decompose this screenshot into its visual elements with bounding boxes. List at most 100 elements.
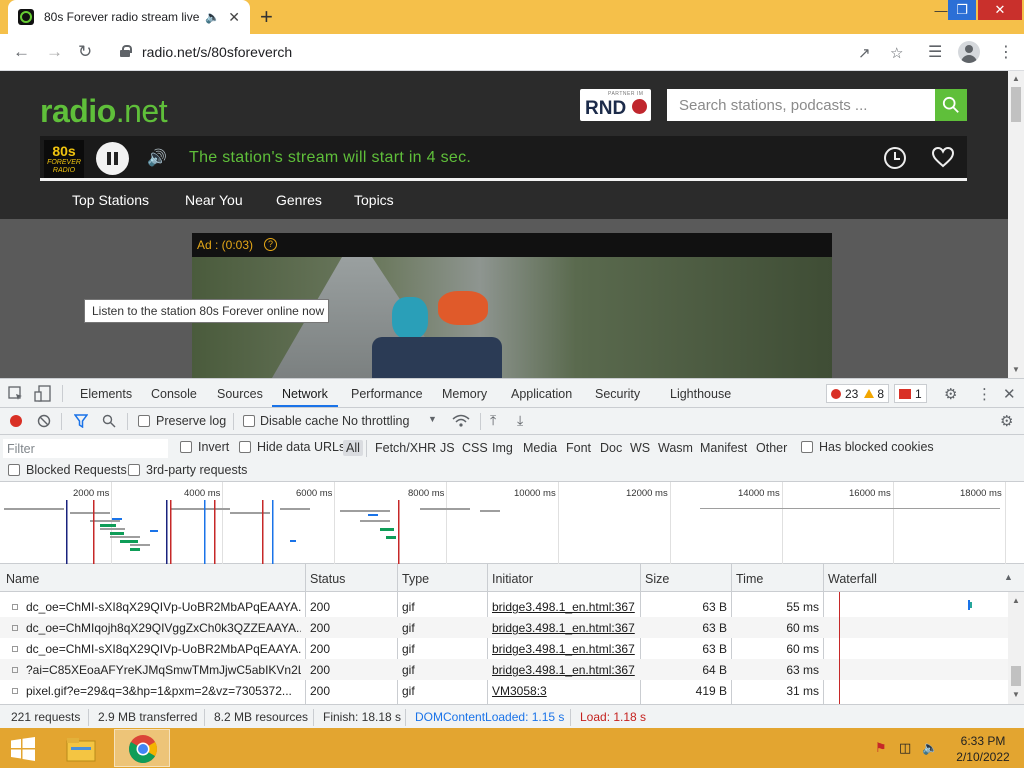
tab-performance[interactable]: Performance <box>351 387 423 401</box>
inspect-element-icon[interactable] <box>8 386 24 402</box>
table-row[interactable]: pixel.gif?e=29&q=3&hp=1&pxm=2&vz=7305372… <box>0 680 1008 701</box>
close-devtools-icon[interactable]: ✕ <box>1003 385 1016 403</box>
preserve-log-checkbox[interactable] <box>138 415 150 427</box>
window-close-button[interactable]: ✕ <box>978 0 1022 20</box>
tab-sources[interactable]: Sources <box>217 387 263 401</box>
action-center-flag-icon[interactable]: ⚑ <box>875 740 887 756</box>
network-overview[interactable]: 2000 ms 4000 ms 6000 ms 8000 ms 10000 ms… <box>0 482 1024 564</box>
import-har-icon[interactable]: ⤒ <box>490 412 496 429</box>
type-filter-css[interactable]: CSS <box>462 441 488 455</box>
column-status[interactable]: Status <box>310 572 345 586</box>
blocked-requests-checkbox[interactable] <box>8 464 20 476</box>
type-filter-img[interactable]: Img <box>492 441 513 455</box>
clock-icon[interactable] <box>884 147 906 169</box>
table-row[interactable]: dc_oe=ChMI-sXI8qX29QIVp-UoBR2MbAPqEAAYA.… <box>0 638 1008 659</box>
volume-tray-icon[interactable]: 🔈 <box>922 740 938 756</box>
network-icon[interactable]: ◫ <box>899 740 911 756</box>
type-filter-media[interactable]: Media <box>523 441 557 455</box>
tab-console[interactable]: Console <box>151 387 197 401</box>
type-filter-all[interactable]: All <box>343 440 363 456</box>
throttling-select[interactable]: No throttling <box>342 414 409 428</box>
type-filter-js[interactable]: JS <box>440 441 455 455</box>
nav-near-you[interactable]: Near You <box>185 192 243 208</box>
request-initiator[interactable]: bridge3.498.1_en.html:367 <box>492 642 635 656</box>
browser-tab[interactable]: 80s Forever radio stream live 🔈 ✕ <box>8 0 250 34</box>
type-filter-font[interactable]: Font <box>566 441 591 455</box>
tab-memory[interactable]: Memory <box>442 387 487 401</box>
ad-help-icon[interactable]: ? <box>264 238 277 251</box>
console-counts-badge[interactable]: 23 8 <box>826 384 890 403</box>
file-explorer-taskbar-button[interactable] <box>54 729 110 767</box>
table-row[interactable]: dc_oe=ChMI-sXI8qX29QIVp-UoBR2MbAPqEAAYA.… <box>0 596 1008 617</box>
url-text[interactable]: radio.net/s/80sforeverch <box>142 44 292 60</box>
export-har-icon[interactable]: ⤓ <box>517 412 523 429</box>
speaker-icon[interactable]: 🔈 <box>205 10 220 24</box>
type-filter-other[interactable]: Other <box>756 441 787 455</box>
page-scrollbar[interactable]: ▲ ▼ <box>1008 71 1024 378</box>
request-initiator[interactable]: bridge3.498.1_en.html:367 <box>492 663 635 677</box>
request-initiator[interactable]: bridge3.498.1_en.html:367 <box>492 621 635 635</box>
scroll-down-icon[interactable]: ▼ <box>1012 690 1020 699</box>
column-size[interactable]: Size <box>645 572 669 586</box>
hide-data-urls-checkbox[interactable] <box>239 441 251 453</box>
tab-security[interactable]: Security <box>595 387 640 401</box>
chevron-down-icon[interactable]: ▼ <box>428 414 437 424</box>
sort-up-icon[interactable]: ▲ <box>1004 572 1013 582</box>
tab-application[interactable]: Application <box>511 387 572 401</box>
filter-funnel-icon[interactable] <box>74 414 88 428</box>
column-type[interactable]: Type <box>402 572 429 586</box>
filter-input[interactable] <box>3 439 168 458</box>
type-filter-fetch-xhr[interactable]: Fetch/XHR <box>375 441 436 455</box>
table-row[interactable]: ?ai=C85XEoaAFYreKJMqSmwTMmJjwC5abIKVn2L7… <box>0 659 1008 680</box>
reload-icon[interactable]: ↻ <box>78 42 92 62</box>
settings-gear-icon[interactable]: ⚙ <box>944 385 957 403</box>
heart-icon[interactable] <box>931 145 955 169</box>
chrome-taskbar-button[interactable] <box>114 729 170 767</box>
column-initiator[interactable]: Initiator <box>492 572 533 586</box>
new-tab-button[interactable]: + <box>260 5 273 29</box>
window-restore-button[interactable]: ❐ <box>948 0 976 20</box>
forward-arrow-icon[interactable]: → <box>46 42 63 62</box>
station-search-input[interactable] <box>667 89 935 121</box>
nav-top-stations[interactable]: Top Stations <box>72 192 149 208</box>
tab-lighthouse[interactable]: Lighthouse <box>670 387 731 401</box>
site-logo[interactable]: radio.net <box>40 93 168 130</box>
column-time[interactable]: Time <box>736 572 763 586</box>
taskbar-date[interactable]: 2/10/2022 <box>952 750 1014 764</box>
column-waterfall[interactable]: Waterfall <box>828 572 877 586</box>
table-row[interactable]: dc_oe=ChMIqojh8qX29QIVggZxCh0k3QZZEAAYA.… <box>0 617 1008 638</box>
nav-topics[interactable]: Topics <box>354 192 394 208</box>
request-initiator[interactable]: bridge3.498.1_en.html:367 <box>492 600 635 614</box>
tab-elements[interactable]: Elements <box>80 387 132 401</box>
page-scrollbar-thumb[interactable] <box>1011 87 1021 122</box>
network-settings-gear-icon[interactable]: ⚙ <box>1000 412 1013 430</box>
back-arrow-icon[interactable]: ← <box>13 42 30 62</box>
issues-badge[interactable]: 1 <box>894 384 927 403</box>
type-filter-wasm[interactable]: Wasm <box>658 441 693 455</box>
disable-cache-checkbox[interactable] <box>243 415 255 427</box>
window-minimize-button[interactable]: — <box>934 0 948 20</box>
table-scrollbar[interactable]: ▲ ▼ <box>1008 592 1024 704</box>
column-name[interactable]: Name <box>6 572 39 586</box>
scroll-up-icon[interactable]: ▲ <box>1012 596 1020 605</box>
menu-kebab-icon[interactable]: ⋮ <box>998 42 1014 62</box>
table-scrollbar-thumb[interactable] <box>1011 666 1021 686</box>
pause-button[interactable] <box>96 142 129 175</box>
more-options-icon[interactable]: ⋮ <box>977 385 992 403</box>
scroll-up-icon[interactable]: ▲ <box>1012 74 1020 83</box>
nav-genres[interactable]: Genres <box>276 192 322 208</box>
volume-icon[interactable]: 🔊 <box>147 148 167 168</box>
address-bar[interactable]: radio.net/s/80sforeverch ↗ ☆ <box>106 39 903 66</box>
tab-close-icon[interactable]: ✕ <box>228 9 240 26</box>
network-conditions-icon[interactable] <box>452 413 470 429</box>
share-icon[interactable]: ↗ <box>858 44 871 62</box>
tab-network[interactable]: Network <box>282 387 328 401</box>
clear-icon[interactable] <box>37 414 51 428</box>
scroll-down-icon[interactable]: ▼ <box>1012 365 1020 374</box>
type-filter-doc[interactable]: Doc <box>600 441 622 455</box>
type-filter-ws[interactable]: WS <box>630 441 650 455</box>
taskbar-time[interactable]: 6:33 PM <box>954 734 1012 748</box>
profile-avatar-icon[interactable] <box>958 41 980 63</box>
bookmark-star-icon[interactable]: ☆ <box>890 44 903 62</box>
device-toolbar-icon[interactable] <box>34 385 52 403</box>
